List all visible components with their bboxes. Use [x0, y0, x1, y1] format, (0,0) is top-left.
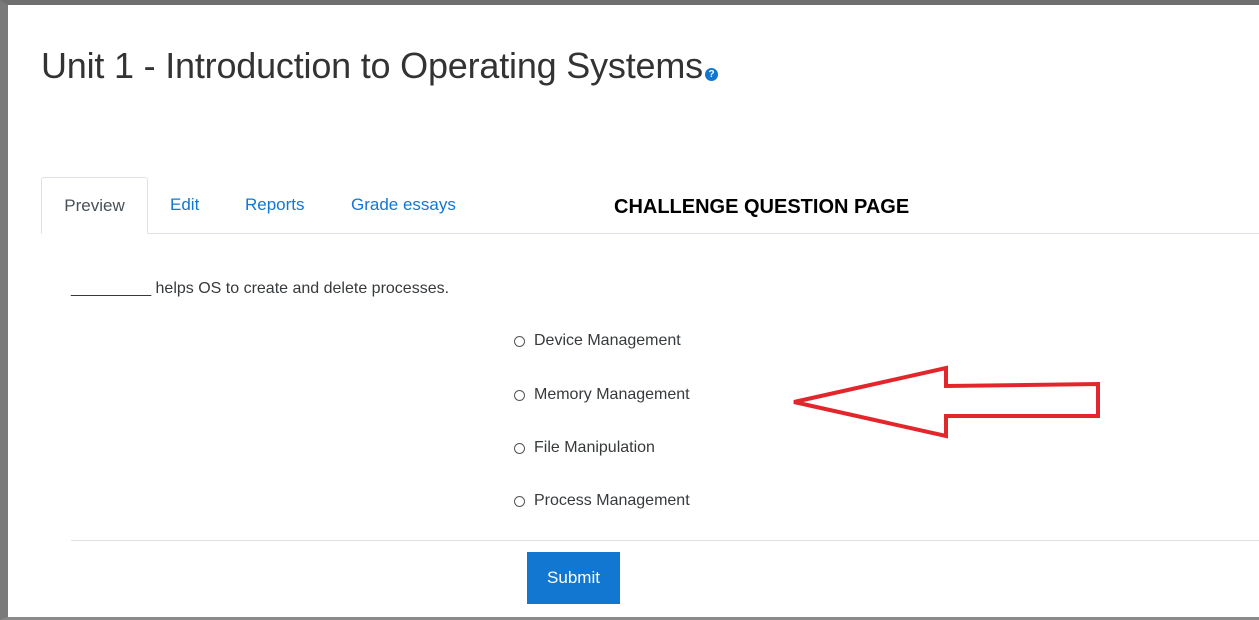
option-label: Memory Management — [534, 386, 690, 403]
page-title: Unit 1 - Introduction to Operating Syste… — [41, 45, 718, 87]
tab-edit[interactable]: Edit — [170, 177, 199, 233]
challenge-question-label: CHALLENGE QUESTION PAGE — [614, 196, 910, 218]
tab-grade-essays[interactable]: Grade essays — [351, 177, 456, 233]
form-divider — [71, 540, 1259, 541]
radio-button[interactable] — [514, 335, 525, 347]
tabs-baseline — [41, 233, 1259, 234]
radio-button[interactable] — [514, 495, 525, 507]
question-text: _________ helps OS to create and delete … — [71, 280, 450, 297]
option-device-management[interactable]: Device Management — [514, 332, 681, 350]
radio-button[interactable] — [514, 389, 525, 401]
option-process-management[interactable]: Process Management — [514, 492, 690, 510]
submit-button[interactable]: Submit — [527, 552, 620, 604]
option-memory-management[interactable]: Memory Management — [514, 386, 690, 404]
option-label: Device Management — [534, 332, 681, 349]
screenshot-frame: Unit 1 - Introduction to Operating Syste… — [0, 0, 1259, 620]
radio-button[interactable] — [514, 442, 525, 454]
page-title-text: Unit 1 - Introduction to Operating Syste… — [41, 45, 703, 86]
option-label: Process Management — [534, 492, 690, 509]
tab-preview[interactable]: Preview — [41, 177, 148, 234]
option-label: File Manipulation — [534, 439, 655, 456]
help-icon[interactable]: ? — [704, 68, 718, 81]
red-arrow-annotation-icon — [793, 365, 1100, 439]
tab-reports[interactable]: Reports — [245, 177, 305, 233]
option-file-manipulation[interactable]: File Manipulation — [514, 439, 655, 457]
